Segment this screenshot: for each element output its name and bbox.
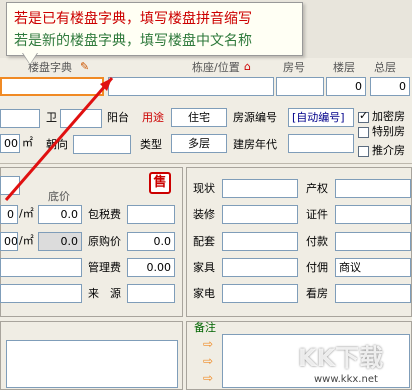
red-arrow xyxy=(4,77,114,201)
